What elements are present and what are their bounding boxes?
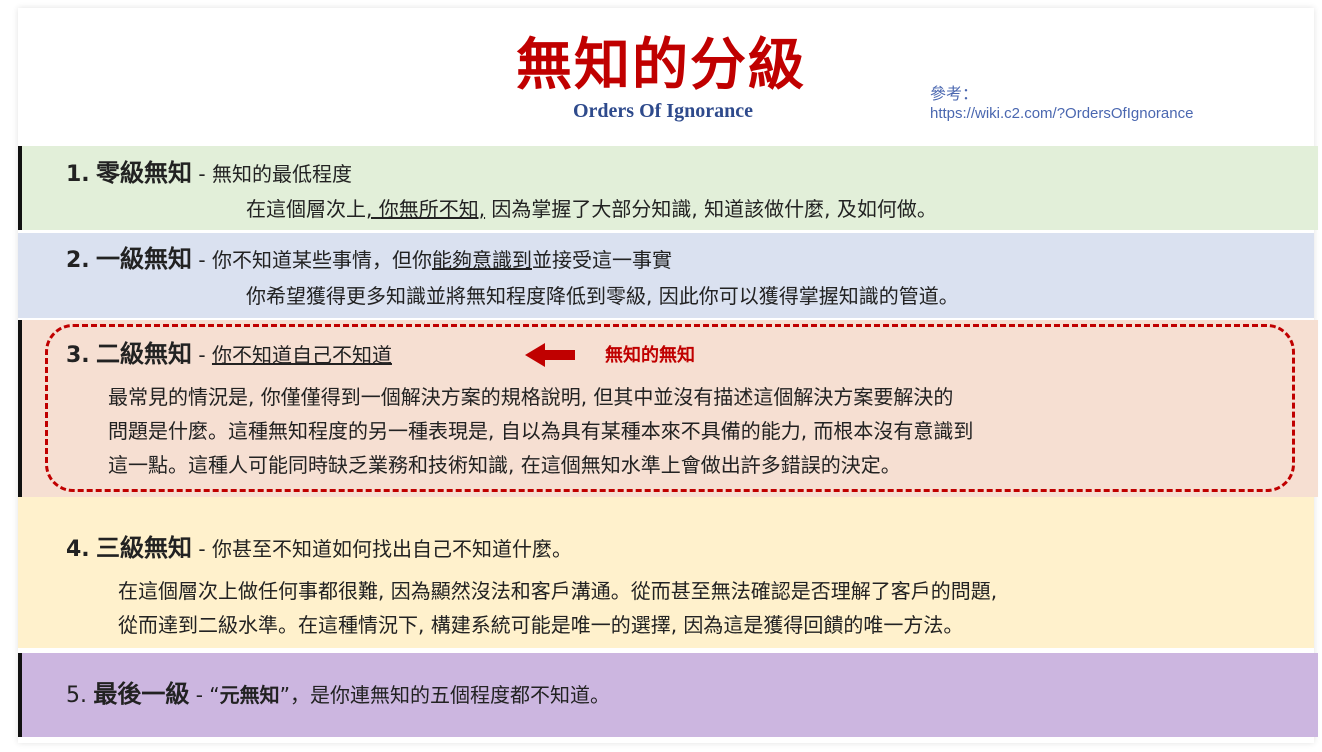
level-3-name: 二級無知: [96, 340, 193, 368]
level-4-heading: 4. 三級無知 - 你甚至不知道如何找出自己不知道什麼。: [66, 535, 572, 563]
level-1-detail-pre: 在這個層次上: [246, 197, 366, 221]
level-4-headline: 你甚至不知道如何找出自己不知道什麼。: [211, 537, 572, 561]
reference-url: https://wiki.c2.com/?OrdersOfIgnorance: [930, 105, 1194, 122]
level-1-detail-underlined: , 你無所不知,: [366, 197, 486, 221]
level-2-name: 一級無知: [96, 245, 193, 273]
level-5-number: 5.: [66, 683, 87, 708]
level-3-detail-line-3: 這一點。這種人可能同時缺乏業務和技術知識, 在這個無知水準上會做出許多錯誤的決定…: [108, 453, 901, 477]
level-3-headline-underlined: 你不知道自己不知道: [211, 343, 392, 367]
level-1-detail: 在這個層次上, 你無所不知, 因為掌握了大部分知識, 知道該做什麼, 及如何做。: [246, 196, 937, 222]
level-1-separator: -: [192, 162, 212, 186]
level-4-name: 三級無知: [96, 534, 193, 562]
level-5-quote-term: 元無知: [219, 683, 280, 707]
level-4-separator: -: [192, 537, 212, 561]
level-5-quote-close: ”，: [279, 683, 311, 707]
level-2-heading: 2. 一級無知 - 你不知道某些事情，但你能夠意識到並接受這一事實: [66, 246, 672, 274]
level-4-detail-line-1: 在這個層次上做任何事都很難, 因為顯然沒法和客戶溝通。從而甚至無法確認是否理解了…: [118, 579, 998, 603]
level-3-detail-line-2: 問題是什麼。這種無知程度的另一種表現是, 自以為具有某種本來不具備的能力, 而根…: [108, 419, 974, 443]
level-2-separator: -: [192, 248, 212, 272]
level-4-number: 4.: [66, 537, 90, 562]
level-2-headline-underlined: 能夠意識到: [431, 248, 532, 272]
level-3-detail-line-1: 最常見的情況是, 你僅僅得到一個解決方案的規格說明, 但其中並沒有描述這個解決方…: [108, 385, 954, 409]
slide-title: 無知的分級: [516, 33, 806, 98]
level-1-name: 零級無知: [96, 159, 193, 187]
left-arrow-icon: [525, 343, 575, 367]
level-5-headline: 是你連無知的五個程度都不知道。: [310, 683, 611, 707]
level-5-quote-open: “: [209, 683, 220, 707]
level-1-heading: 1. 零級無知 - 無知的最低程度: [66, 160, 352, 188]
level-1-detail-post: 因為掌握了大部分知識, 知道該做什麼, 及如何做。: [485, 197, 937, 221]
level-2-detail: 你希望獲得更多知識並將無知程度降低到零級, 因此你可以獲得掌握知識的管道。: [246, 284, 959, 308]
level-3-callout: 無知的無知: [605, 345, 695, 366]
reference-label: 參考：: [930, 84, 979, 103]
level-2-number: 2.: [66, 248, 90, 273]
level-1-headline: 無知的最低程度: [211, 162, 352, 186]
level-5-name: 最後一級: [93, 680, 190, 708]
level-5-separator: -: [189, 683, 210, 707]
level-3-number: 3.: [66, 343, 90, 368]
level-2-headline-pre: 你不知道某些事情，但你: [211, 248, 432, 272]
level-3-separator: -: [192, 343, 212, 367]
level-2-headline-post: 並接受這一事實: [531, 248, 672, 272]
level-3-heading: 3. 二級無知 - 你不知道自己不知道: [66, 341, 392, 369]
level-4-detail-line-2: 從而達到二級水準。在這種情況下, 構建系統可能是唯一的選擇, 因為這是獲得回饋的…: [118, 613, 964, 637]
level-1-number: 1.: [66, 162, 90, 187]
level-5-heading: 5. 最後一級 - “元無知”，是你連無知的五個程度都不知道。: [66, 681, 610, 709]
